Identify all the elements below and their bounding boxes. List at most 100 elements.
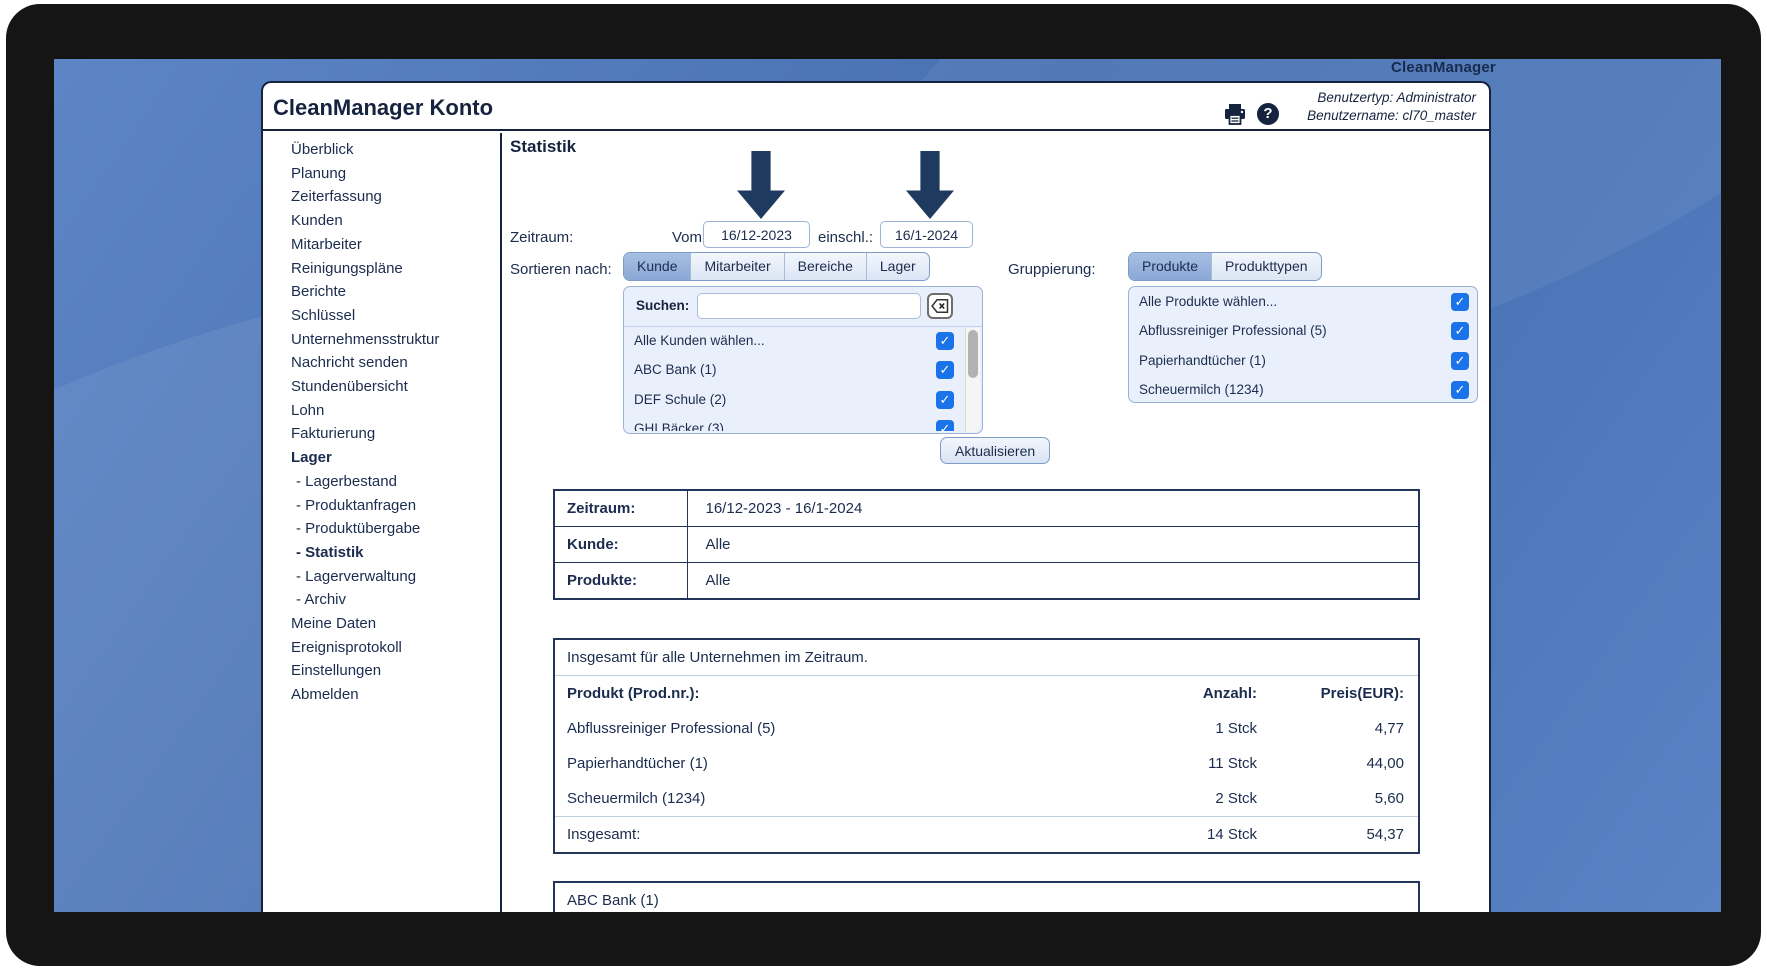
sidebar-item-berichte[interactable]: Berichte (263, 280, 500, 304)
summary-value: Alle (686, 562, 1420, 600)
sidebar-item-ueberblick[interactable]: Überblick (263, 138, 500, 162)
cell-product: Abflussreiniger Professional (5) (567, 720, 776, 737)
tab-lager[interactable]: Lager (865, 253, 929, 280)
section-heading: Statistik (510, 137, 577, 156)
sidebar-item-zeiterfassung[interactable]: Zeiterfassung (263, 185, 500, 209)
list-item-abflussreiniger[interactable]: Abflussreiniger Professional (5) ✓ (1129, 317, 1477, 346)
sidebar-item-ereignisprotokoll[interactable]: Ereignisprotokoll (263, 636, 500, 660)
sidebar-item-lagerbestand[interactable]: - Lagerbestand (263, 470, 500, 494)
cell-anzahl: 1 Stck (1215, 720, 1257, 737)
list-item-papierhandtuecher[interactable]: Papierhandtücher (1) ✓ (1129, 347, 1477, 376)
cell-total-preis: 54,37 (1259, 816, 1419, 853)
sidebar-nav: Überblick Planung Zeiterfassung Kunden M… (263, 133, 502, 912)
desktop-background: CleanManager CleanManager Konto ? Benutz… (54, 59, 1721, 912)
kunden-list-scrollbar[interactable] (965, 328, 980, 432)
main-content: Statistik Zeitraum: Vom: einschl.: Sorti… (504, 133, 1489, 912)
sidebar-item-lager[interactable]: Lager (263, 446, 500, 470)
checkbox-checked-icon[interactable]: ✓ (936, 361, 954, 380)
cell-preis: 5,60 (1374, 790, 1404, 807)
einschl-date-input[interactable] (880, 221, 973, 248)
sidebar-item-unternehmensstruktur[interactable]: Unternehmensstruktur (263, 328, 500, 352)
produkte-filter-panel: Alle Produkte wählen... ✓ Abflussreinige… (1128, 286, 1478, 403)
kunden-filter-panel: Suchen: Alle Kunden wählen... ✓ ABC Bank… (623, 286, 983, 434)
table-row: Zeitraum: 16/12-2023 - 16/1-2024 (553, 489, 1420, 527)
tab-kunde[interactable]: Kunde (624, 253, 691, 280)
cell-anzahl: 11 Stck (1208, 755, 1257, 772)
tab-mitarbeiter[interactable]: Mitarbeiter (690, 253, 783, 280)
tab-bereiche[interactable]: Bereiche (783, 253, 866, 280)
list-item-scheuermilch[interactable]: Scheuermilch (1234) ✓ (1129, 376, 1477, 401)
aktualisieren-button[interactable]: Aktualisieren (940, 437, 1051, 464)
list-item-ghi-baecker[interactable]: GHI Bäcker (3) ✓ (624, 415, 982, 431)
sidebar-item-abmelden[interactable]: Abmelden (263, 683, 500, 707)
sidebar-item-produktuebergabe[interactable]: - Produktübergabe (263, 517, 500, 541)
sidebar-item-produktanfragen[interactable]: - Produktanfragen (263, 494, 500, 518)
filter-summary-table: Zeitraum: 16/12-2023 - 16/1-2024 Kunde: … (553, 489, 1420, 600)
checkbox-checked-icon[interactable]: ✓ (936, 390, 954, 409)
checkbox-checked-icon[interactable]: ✓ (1451, 381, 1469, 400)
cell-product: Scheuermilch (1234) (567, 790, 706, 807)
user-type: Benutzertyp: Administrator (1317, 90, 1476, 105)
clear-search-icon[interactable] (927, 293, 953, 319)
col-header-anzahl: Anzahl: (1202, 685, 1257, 702)
sidebar-item-meine-daten[interactable]: Meine Daten (263, 612, 500, 636)
summary-label: Produkte: (553, 562, 688, 600)
sidebar-item-fakturierung[interactable]: Fakturierung (263, 422, 500, 446)
checkbox-checked-icon[interactable]: ✓ (1451, 293, 1469, 311)
checkbox-checked-icon[interactable]: ✓ (936, 420, 954, 431)
sidebar-item-archiv[interactable]: - Archiv (263, 588, 500, 612)
help-icon[interactable]: ? (1257, 103, 1279, 125)
scrollbar-thumb[interactable] (968, 330, 978, 378)
search-input[interactable] (697, 293, 921, 319)
table-row: Abflussreiniger Professional (5) 1 Stck … (554, 711, 1419, 746)
tab-produkte[interactable]: Produkte (1129, 253, 1212, 280)
sort-tabgroup: Kunde Mitarbeiter Bereiche Lager (623, 252, 930, 281)
search-label: Suchen: (636, 298, 690, 313)
print-icon[interactable] (1223, 103, 1247, 125)
produkte-list: Alle Produkte wählen... ✓ Abflussreinige… (1129, 287, 1477, 401)
checkbox-checked-icon[interactable]: ✓ (936, 332, 954, 350)
summary-value: 16/12-2023 - 16/1-2024 (686, 489, 1420, 527)
totals-table: Insgesamt für alle Unternehmen im Zeitra… (553, 638, 1420, 854)
zeitraum-label: Zeitraum: (510, 229, 574, 246)
next-table-first-row: ABC Bank (1) (567, 892, 659, 909)
cell-anzahl: 2 Stck (1215, 790, 1257, 807)
table-row: Kunde: Alle (553, 526, 1420, 563)
sidebar-item-lagerverwaltung[interactable]: - Lagerverwaltung (263, 565, 500, 589)
list-item-abc-bank[interactable]: ABC Bank (1) ✓ (624, 356, 982, 385)
cell-preis: 44,00 (1366, 755, 1404, 772)
checkbox-checked-icon[interactable]: ✓ (1451, 322, 1469, 341)
annotation-arrow-einschl (906, 151, 954, 219)
summary-value: Alle (686, 526, 1420, 563)
sidebar-item-kunden[interactable]: Kunden (263, 209, 500, 233)
sortieren-label: Sortieren nach: (510, 261, 612, 278)
page-title: CleanManager Konto (273, 95, 494, 120)
gruppierung-label: Gruppierung: (1008, 261, 1096, 278)
sidebar-item-statistik[interactable]: - Statistik (263, 541, 500, 565)
summary-label: Kunde: (553, 526, 688, 563)
sidebar-item-einstellungen[interactable]: Einstellungen (263, 659, 500, 683)
sidebar-item-nachricht-senden[interactable]: Nachricht senden (263, 351, 500, 375)
checkbox-checked-icon[interactable]: ✓ (1451, 351, 1469, 370)
sidebar-item-stundenuebersicht[interactable]: Stundenübersicht (263, 375, 500, 399)
tab-produkttypen[interactable]: Produkttypen (1211, 253, 1321, 280)
table-row: Produkte: Alle (553, 562, 1420, 600)
list-item-alle-kunden[interactable]: Alle Kunden wählen... ✓ (624, 327, 982, 356)
col-header-preis: Preis(EUR): (1320, 685, 1404, 702)
user-info: Benutzertyp: Administrator Benutzername:… (1307, 89, 1476, 125)
list-item-alle-produkte[interactable]: Alle Produkte wählen... ✓ (1129, 288, 1477, 317)
background-window-logo: CleanManager (1391, 59, 1496, 76)
sidebar-item-lohn[interactable]: Lohn (263, 399, 500, 423)
summary-label: Zeitraum: (553, 489, 688, 527)
table-header-row: Produkt (Prod.nr.): Anzahl: Preis(EUR): (554, 676, 1419, 712)
sidebar-item-mitarbeiter[interactable]: Mitarbeiter (263, 233, 500, 257)
user-name: Benutzername: cl70_master (1307, 108, 1476, 123)
sidebar-item-schluessel[interactable]: Schlüssel (263, 304, 500, 328)
gruppierung-tabgroup: Produkte Produkttypen (1128, 252, 1322, 281)
annotation-arrow-vom (737, 151, 785, 219)
list-item-def-schule[interactable]: DEF Schule (2) ✓ (624, 386, 982, 415)
table-caption: Insgesamt für alle Unternehmen im Zeitra… (554, 639, 1419, 676)
vom-date-input[interactable] (703, 221, 810, 248)
sidebar-item-reinigungsplaene[interactable]: Reinigungspläne (263, 257, 500, 281)
sidebar-item-planung[interactable]: Planung (263, 162, 500, 186)
